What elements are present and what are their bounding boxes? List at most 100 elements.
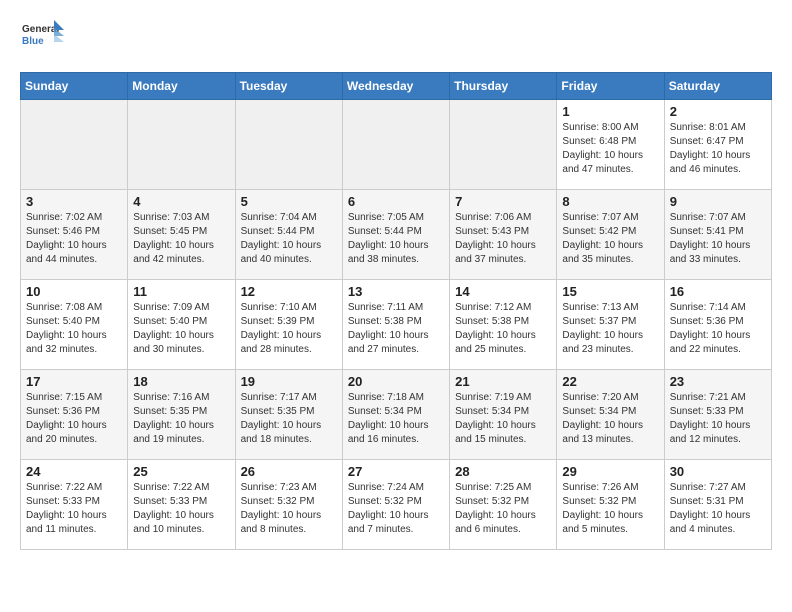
day-number: 5: [241, 194, 337, 209]
day-number: 14: [455, 284, 551, 299]
day-number: 16: [670, 284, 766, 299]
day-info: Sunrise: 7:04 AM Sunset: 5:44 PM Dayligh…: [241, 211, 337, 267]
calendar-cell: 25Sunrise: 7:22 AM Sunset: 5:33 PM Dayli…: [128, 460, 235, 550]
day-number: 6: [348, 194, 444, 209]
day-info: Sunrise: 7:05 AM Sunset: 5:44 PM Dayligh…: [348, 211, 444, 267]
day-number: 3: [26, 194, 122, 209]
calendar-cell: 20 Sunrise: 7:18 AM Sunset: 5:34 PM Dayli…: [342, 370, 449, 460]
day-number: 7: [455, 194, 551, 209]
calendar-cell: 14 Sunrise: 7:12 AM Sunset: 5:38 PM Dayli…: [450, 280, 557, 370]
day-info: Sunrise: 7:24 AM Sunset: 5:32 PM Dayligh…: [348, 481, 444, 537]
calendar-cell: [450, 100, 557, 190]
day-number: 24: [26, 464, 122, 479]
day-info: Sunrise: 7:26 AM Sunset: 5:32 PM Dayligh…: [562, 481, 658, 537]
calendar-cell: 24 Sunrise: 7:22 AM Sunset: 5:33 PM Dayli…: [21, 460, 128, 550]
day-number: 25: [133, 464, 229, 479]
calendar-cell: 10Sunrise: 7:08 AM Sunset: 5:40 PM Dayli…: [21, 280, 128, 370]
calendar-cell: 12 Sunrise: 7:10 AM Sunset: 5:39 PM Dayli…: [235, 280, 342, 370]
svg-text:Blue: Blue: [22, 36, 44, 47]
day-number: 23: [670, 374, 766, 389]
day-number: 30: [670, 464, 766, 479]
calendar-cell: 29 Sunrise: 7:26 AM Sunset: 5:32 PM Dayli…: [557, 460, 664, 550]
calendar-cell: 8 Sunrise: 7:07 AM Sunset: 5:42 PM Daylig…: [557, 190, 664, 280]
day-info: Sunrise: 7:03 AM Sunset: 5:45 PM Dayligh…: [133, 211, 229, 267]
weekday-header-friday: Friday: [557, 73, 664, 100]
calendar-cell: 16 Sunrise: 7:14 AM Sunset: 5:36 PM Dayli…: [664, 280, 771, 370]
day-number: 8: [562, 194, 658, 209]
day-info: Sunrise: 8:00 AM Sunset: 6:48 PM Dayligh…: [562, 121, 658, 177]
weekday-header-monday: Monday: [128, 73, 235, 100]
week-row-4: 17 Sunrise: 7:15 AM Sunset: 5:36 PM Dayli…: [21, 370, 772, 460]
day-number: 21: [455, 374, 551, 389]
calendar-cell: [21, 100, 128, 190]
calendar-cell: 22 Sunrise: 7:20 AM Sunset: 5:34 PM Dayli…: [557, 370, 664, 460]
day-number: 29: [562, 464, 658, 479]
day-info: Sunrise: 7:02 AM Sunset: 5:46 PM Dayligh…: [26, 211, 122, 267]
calendar-cell: 11 Sunrise: 7:09 AM Sunset: 5:40 PM Dayli…: [128, 280, 235, 370]
day-number: 18: [133, 374, 229, 389]
day-info: Sunrise: 7:12 AM Sunset: 5:38 PM Dayligh…: [455, 301, 551, 357]
day-info: Sunrise: 7:06 AM Sunset: 5:43 PM Dayligh…: [455, 211, 551, 267]
calendar-cell: 3 Sunrise: 7:02 AM Sunset: 5:46 PM Daylig…: [21, 190, 128, 280]
day-info: Sunrise: 7:23 AM Sunset: 5:32 PM Dayligh…: [241, 481, 337, 537]
calendar-cell: 13 Sunrise: 7:11 AM Sunset: 5:38 PM Dayli…: [342, 280, 449, 370]
day-info: Sunrise: 7:17 AM Sunset: 5:35 PM Dayligh…: [241, 391, 337, 447]
day-info: Sunrise: 7:18 AM Sunset: 5:34 PM Dayligh…: [348, 391, 444, 447]
day-number: 27: [348, 464, 444, 479]
day-info: Sunrise: 7:20 AM Sunset: 5:34 PM Dayligh…: [562, 391, 658, 447]
calendar-cell: [235, 100, 342, 190]
day-info: Sunrise: 7:08 AM Sunset: 5:40 PM Dayligh…: [26, 301, 122, 357]
calendar-cell: [342, 100, 449, 190]
logo-icon: General Blue: [20, 16, 64, 60]
day-number: 9: [670, 194, 766, 209]
week-row-3: 10Sunrise: 7:08 AM Sunset: 5:40 PM Dayli…: [21, 280, 772, 370]
day-info: Sunrise: 7:07 AM Sunset: 5:42 PM Dayligh…: [562, 211, 658, 267]
calendar-cell: 15 Sunrise: 7:13 AM Sunset: 5:37 PM Dayli…: [557, 280, 664, 370]
day-info: Sunrise: 7:09 AM Sunset: 5:40 PM Dayligh…: [133, 301, 229, 357]
day-info: Sunrise: 7:15 AM Sunset: 5:36 PM Dayligh…: [26, 391, 122, 447]
page-header: General Blue: [20, 16, 772, 60]
calendar-cell: 9 Sunrise: 7:07 AM Sunset: 5:41 PM Daylig…: [664, 190, 771, 280]
day-number: 11: [133, 284, 229, 299]
calendar-cell: 2Sunrise: 8:01 AM Sunset: 6:47 PM Daylig…: [664, 100, 771, 190]
weekday-header-sunday: Sunday: [21, 73, 128, 100]
day-number: 12: [241, 284, 337, 299]
day-info: Sunrise: 7:07 AM Sunset: 5:41 PM Dayligh…: [670, 211, 766, 267]
day-number: 22: [562, 374, 658, 389]
day-number: 13: [348, 284, 444, 299]
day-number: 15: [562, 284, 658, 299]
weekday-header-wednesday: Wednesday: [342, 73, 449, 100]
calendar-cell: 26Sunrise: 7:23 AM Sunset: 5:32 PM Dayli…: [235, 460, 342, 550]
day-number: 4: [133, 194, 229, 209]
calendar-cell: 1 Sunrise: 8:00 AM Sunset: 6:48 PM Daylig…: [557, 100, 664, 190]
day-info: Sunrise: 8:01 AM Sunset: 6:47 PM Dayligh…: [670, 121, 766, 177]
calendar-cell: 6 Sunrise: 7:05 AM Sunset: 5:44 PM Daylig…: [342, 190, 449, 280]
day-info: Sunrise: 7:14 AM Sunset: 5:36 PM Dayligh…: [670, 301, 766, 357]
day-info: Sunrise: 7:22 AM Sunset: 5:33 PM Dayligh…: [26, 481, 122, 537]
day-number: 20: [348, 374, 444, 389]
calendar-table: SundayMondayTuesdayWednesdayThursdayFrid…: [20, 72, 772, 550]
svg-text:General: General: [22, 24, 59, 35]
calendar-cell: 4 Sunrise: 7:03 AM Sunset: 5:45 PM Daylig…: [128, 190, 235, 280]
day-info: Sunrise: 7:21 AM Sunset: 5:33 PM Dayligh…: [670, 391, 766, 447]
calendar-cell: 28Sunrise: 7:25 AM Sunset: 5:32 PM Dayli…: [450, 460, 557, 550]
day-number: 17: [26, 374, 122, 389]
calendar-cell: 30 Sunrise: 7:27 AM Sunset: 5:31 PM Dayli…: [664, 460, 771, 550]
day-info: Sunrise: 7:11 AM Sunset: 5:38 PM Dayligh…: [348, 301, 444, 357]
calendar-cell: 19Sunrise: 7:17 AM Sunset: 5:35 PM Dayli…: [235, 370, 342, 460]
day-info: Sunrise: 7:27 AM Sunset: 5:31 PM Dayligh…: [670, 481, 766, 537]
day-number: 1: [562, 104, 658, 119]
weekday-header-saturday: Saturday: [664, 73, 771, 100]
day-info: Sunrise: 7:10 AM Sunset: 5:39 PM Dayligh…: [241, 301, 337, 357]
day-info: Sunrise: 7:13 AM Sunset: 5:37 PM Dayligh…: [562, 301, 658, 357]
week-row-2: 3 Sunrise: 7:02 AM Sunset: 5:46 PM Daylig…: [21, 190, 772, 280]
calendar-cell: [128, 100, 235, 190]
week-row-5: 24 Sunrise: 7:22 AM Sunset: 5:33 PM Dayli…: [21, 460, 772, 550]
week-row-1: 1 Sunrise: 8:00 AM Sunset: 6:48 PM Daylig…: [21, 100, 772, 190]
weekday-header-row: SundayMondayTuesdayWednesdayThursdayFrid…: [21, 73, 772, 100]
weekday-header-thursday: Thursday: [450, 73, 557, 100]
calendar-cell: 23 Sunrise: 7:21 AM Sunset: 5:33 PM Dayli…: [664, 370, 771, 460]
calendar-cell: 17 Sunrise: 7:15 AM Sunset: 5:36 PM Dayli…: [21, 370, 128, 460]
day-info: Sunrise: 7:16 AM Sunset: 5:35 PM Dayligh…: [133, 391, 229, 447]
day-number: 28: [455, 464, 551, 479]
